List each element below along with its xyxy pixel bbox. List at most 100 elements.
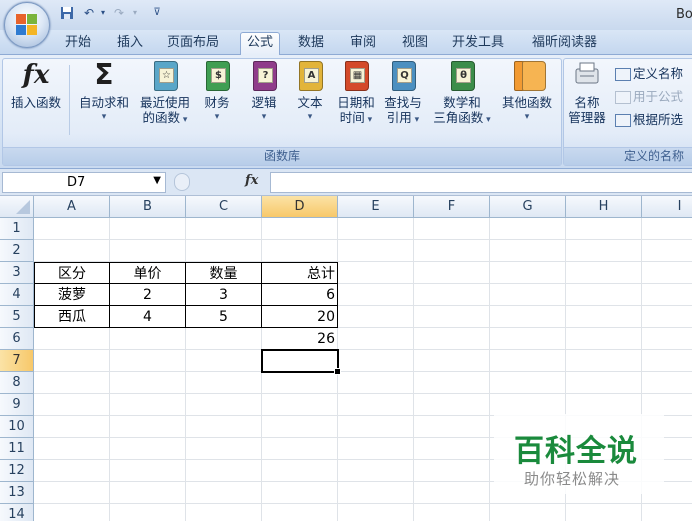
cell-c1[interactable] [186,218,262,240]
cell-h2[interactable] [566,240,642,262]
column-header[interactable]: I [642,196,692,218]
cell-e8[interactable] [338,372,414,394]
insert-function-fx-icon[interactable]: fx [245,173,258,188]
office-button[interactable] [4,2,50,48]
cell-a5[interactable]: 西瓜 [34,306,110,328]
financial-button[interactable]: $ 财务 ▾ [200,59,234,125]
cell-h3[interactable] [566,262,642,284]
more-functions-button[interactable]: 其他函数 ▾ [497,59,557,125]
tab-developer[interactable]: 开发工具 [452,34,504,54]
column-header[interactable]: G [490,196,566,218]
cell-d1[interactable] [262,218,338,240]
cell-f6[interactable] [414,328,490,350]
column-header[interactable]: D [262,196,338,218]
save-icon[interactable] [60,6,74,20]
cell-d11[interactable] [262,438,338,460]
cell-c5[interactable]: 5 [186,306,262,328]
create-from-selection-button[interactable]: 根据所选 [615,109,683,128]
cell-b6[interactable] [110,328,186,350]
cell-a12[interactable] [34,460,110,482]
cell-a8[interactable] [34,372,110,394]
text-button[interactable]: A 文本 ▾ [292,59,328,125]
tab-formulas[interactable]: 公式 [240,32,281,55]
row-header[interactable]: 9 [0,394,34,416]
cell-e6[interactable] [338,328,414,350]
cell-c6[interactable] [186,328,262,350]
cell-b8[interactable] [110,372,186,394]
column-header[interactable]: H [566,196,642,218]
formula-input[interactable] [270,172,692,193]
cell-g4[interactable] [490,284,566,306]
cell-b7[interactable] [110,350,186,372]
cell-c12[interactable] [186,460,262,482]
name-box[interactable]: D7 ▼ [2,172,166,193]
row-header[interactable]: 4 [0,284,34,306]
cell-h8[interactable] [566,372,642,394]
cell-f2[interactable] [414,240,490,262]
row-header[interactable]: 8 [0,372,34,394]
cell-e5[interactable] [338,306,414,328]
row-header[interactable]: 7 [0,350,34,372]
undo-dropdown-icon[interactable]: ▾ [96,6,110,20]
cell-g3[interactable] [490,262,566,284]
logical-button[interactable]: ? 逻辑 ▾ [246,59,282,125]
cell-b10[interactable] [110,416,186,438]
column-header[interactable]: F [414,196,490,218]
cell-i9[interactable] [642,394,692,416]
cell-b3[interactable]: 单价 [110,262,186,284]
cell-f8[interactable] [414,372,490,394]
cell-e3[interactable] [338,262,414,284]
cell-e2[interactable] [338,240,414,262]
cell-c3[interactable]: 数量 [186,262,262,284]
cell-f9[interactable] [414,394,490,416]
row-header[interactable]: 12 [0,460,34,482]
cell-a1[interactable] [34,218,110,240]
define-name-button[interactable]: 定义名称 [615,63,683,82]
cell-i6[interactable] [642,328,692,350]
formula-bar-resize-handle[interactable] [174,173,190,191]
active-cell-cursor[interactable] [261,349,341,375]
cell-d14[interactable] [262,504,338,521]
cell-a9[interactable] [34,394,110,416]
cell-a11[interactable] [34,438,110,460]
tab-home[interactable]: 开始 [65,34,91,54]
cell-b13[interactable] [110,482,186,504]
use-in-formula-button[interactable]: 用于公式 [615,86,683,105]
cell-a7[interactable] [34,350,110,372]
tab-review[interactable]: 审阅 [350,34,376,54]
cell-f4[interactable] [414,284,490,306]
tab-insert[interactable]: 插入 [117,34,143,54]
cell-h9[interactable] [566,394,642,416]
tab-page-layout[interactable]: 页面布局 [167,34,219,54]
lookup-reference-button[interactable]: Q 查找与 引用 ▾ [380,59,426,128]
cell-d10[interactable] [262,416,338,438]
cell-c11[interactable] [186,438,262,460]
cell-d5[interactable]: 20 [262,306,338,328]
cell-g8[interactable] [490,372,566,394]
cell-g7[interactable] [490,350,566,372]
cell-e13[interactable] [338,482,414,504]
cell-i4[interactable] [642,284,692,306]
row-header[interactable]: 5 [0,306,34,328]
math-trig-button[interactable]: θ 数学和 三角函数 ▾ [428,59,496,128]
cell-b1[interactable] [110,218,186,240]
select-all-corner[interactable] [0,196,34,218]
cell-b14[interactable] [110,504,186,521]
cell-c14[interactable] [186,504,262,521]
cell-g2[interactable] [490,240,566,262]
cell-e7[interactable] [338,350,414,372]
cell-h1[interactable] [566,218,642,240]
cell-c4[interactable]: 3 [186,284,262,306]
cell-i5[interactable] [642,306,692,328]
undo-icon[interactable]: ↶ [82,6,96,20]
cell-d8[interactable] [262,372,338,394]
cell-d3[interactable]: 总计 [262,262,338,284]
cell-f3[interactable] [414,262,490,284]
cell-a3[interactable]: 区分 [34,262,110,284]
cell-d4[interactable]: 6 [262,284,338,306]
row-header[interactable]: 11 [0,438,34,460]
cell-i14[interactable] [642,504,692,521]
cell-f5[interactable] [414,306,490,328]
row-header[interactable]: 6 [0,328,34,350]
column-header[interactable]: A [34,196,110,218]
